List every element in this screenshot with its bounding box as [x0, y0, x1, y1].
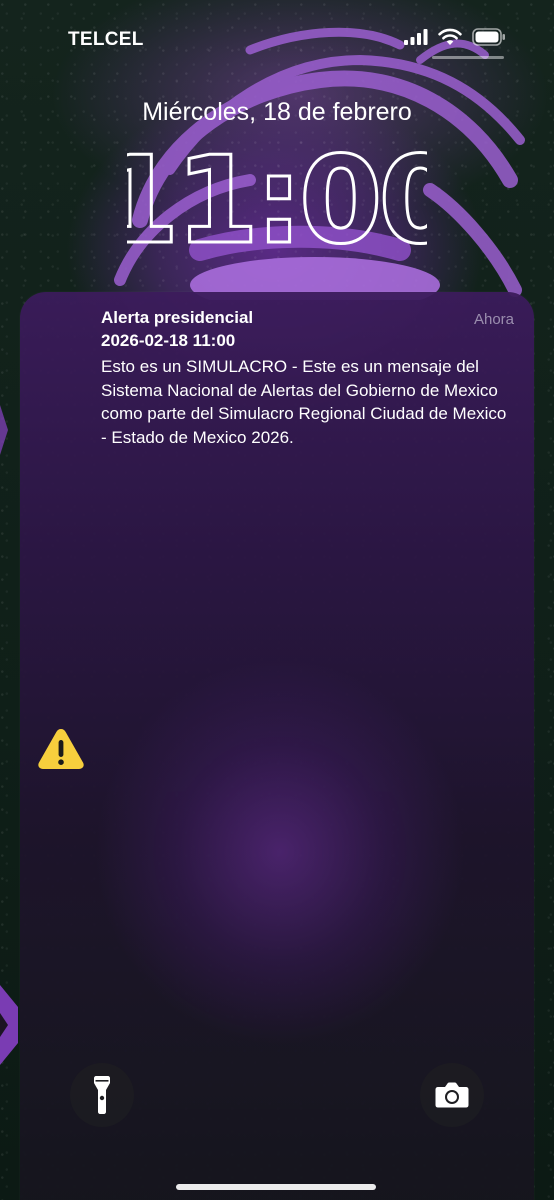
- home-indicator[interactable]: [176, 1184, 376, 1190]
- camera-icon: [435, 1082, 469, 1108]
- wifi-icon: [438, 28, 462, 45]
- wallpaper-edge-shape: [0, 405, 8, 455]
- flashlight-button[interactable]: [70, 1063, 134, 1127]
- carrier-name: TELCEL: [68, 29, 144, 50]
- alert-timestamp: Ahora: [473, 311, 514, 328]
- camera-button[interactable]: [420, 1063, 484, 1127]
- clock-time-text: 11:00: [127, 138, 427, 256]
- cellular-signal-icon: [404, 29, 428, 45]
- alert-message-body: Esto es un SIMULACRO - Este es un mensaj…: [101, 357, 507, 447]
- status-bar: TELCEL: [0, 0, 554, 80]
- status-indicator-strip: [432, 56, 504, 59]
- warning-icon: [38, 729, 84, 769]
- battery-icon: [472, 28, 505, 46]
- alert-title: Alerta presidencial: [101, 308, 254, 327]
- clock-digits: 11:00: [127, 138, 427, 256]
- flashlight-icon: [94, 1076, 110, 1114]
- alert-datetime: 2026-02-18 11:00: [101, 331, 236, 350]
- lock-screen: TELCEL Miércoles, 18 de febrero 11:00 Al…: [0, 0, 554, 1200]
- lock-screen-date: Miércoles, 18 de febrero: [142, 98, 412, 126]
- lock-screen-clock: 11:00: [0, 138, 554, 256]
- status-icons: [404, 28, 506, 46]
- wallpaper-edge-hexagon: [0, 985, 18, 1065]
